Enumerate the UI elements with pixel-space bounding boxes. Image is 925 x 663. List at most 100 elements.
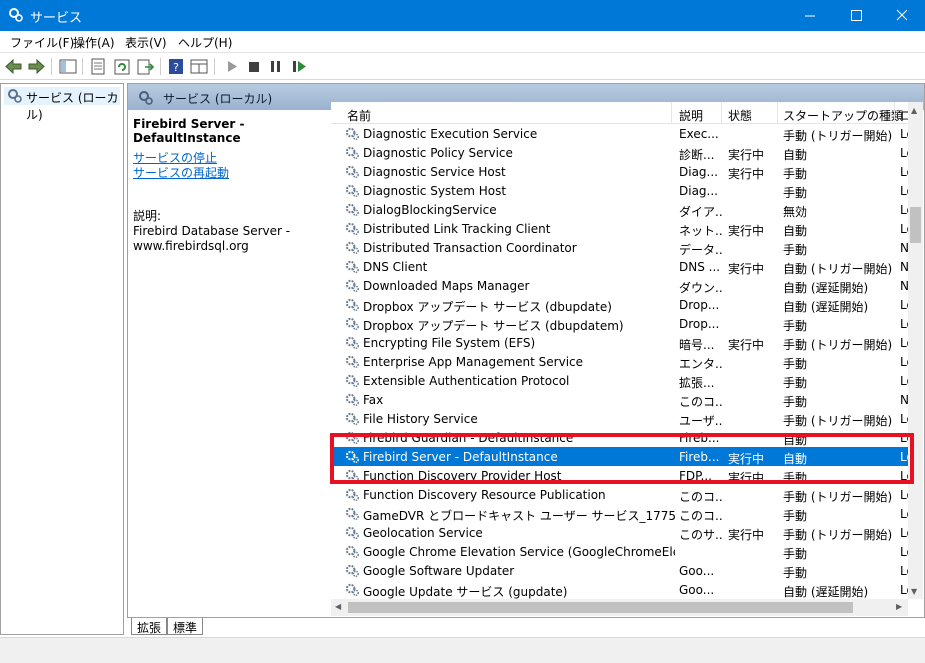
cell-description: エンタ... — [679, 357, 723, 371]
close-button[interactable] — [879, 0, 925, 31]
properties-icon[interactable] — [88, 57, 108, 76]
stop-service-icon[interactable] — [244, 57, 264, 76]
table-row[interactable]: Function Discovery Provider Host FDP... 実行… — [331, 466, 912, 485]
table-row[interactable]: Distributed Transaction Coordinator データ..… — [331, 238, 911, 257]
forward-arrow-icon[interactable] — [26, 57, 46, 76]
cell-description: ユーザ... — [679, 414, 723, 428]
scroll-right-icon[interactable]: ▶ — [896, 602, 902, 611]
cell-status: 実行中 — [728, 262, 765, 276]
cell-startup-type: 手動 — [783, 357, 808, 371]
show-hide-pane-icon[interactable] — [189, 57, 209, 76]
cell-description: このサ... — [679, 528, 723, 542]
cell-name: GameDVR とブロードキャスト ユーザー サービス_1775954f — [363, 509, 675, 523]
table-row[interactable]: Firebird Guardian - DefaultInstance Fireb… — [331, 428, 912, 447]
cell-description: Fireb... — [679, 431, 720, 445]
table-row[interactable]: Dropbox アップデート サービス (dbupdate) Drop... 自動 … — [331, 295, 912, 314]
cell-status: 実行中 — [728, 148, 765, 162]
tab-standard[interactable]: 標準 — [167, 618, 204, 635]
table-row[interactable]: Firebird Server - DefaultInstance Fireb..… — [331, 447, 912, 466]
cell-status: 実行中 — [728, 471, 765, 485]
scroll-up-icon[interactable]: ▲ — [911, 106, 917, 115]
cell-name: Encrypting File System (EFS) — [363, 336, 536, 350]
table-row[interactable]: Diagnostic Policy Service診断...実行中自動Lo — [331, 143, 912, 162]
cell-status: 実行中 — [728, 167, 765, 181]
vertical-scrollbar[interactable]: ▲ ▼ — [908, 102, 923, 599]
start-service-icon[interactable] — [222, 57, 242, 76]
table-row[interactable]: Function Discovery Resource Publication こ… — [331, 485, 912, 504]
service-gear-icon — [345, 469, 359, 482]
column-header-status[interactable]: 状態 — [728, 107, 752, 124]
table-row[interactable]: Google Software UpdaterGoo...手動Lo — [331, 561, 912, 580]
scroll-left-icon[interactable]: ◀ — [335, 602, 341, 611]
minimize-icon — [805, 15, 815, 17]
column-header-description[interactable]: 説明 — [679, 107, 703, 124]
service-gear-icon — [345, 355, 359, 368]
table-row[interactable]: Extensible Authentication Protocol 拡張... 手… — [331, 371, 912, 390]
description-text: Firebird Database Server - www.firebirds… — [133, 224, 291, 253]
svg-text:?: ? — [173, 61, 179, 74]
view-tabs: 拡張 標準 — [127, 617, 925, 635]
toolbar: ? — [0, 53, 925, 80]
service-gear-icon — [345, 393, 359, 406]
tree-node-label: サービス (ローカル) — [26, 91, 119, 122]
vertical-scroll-thumb[interactable] — [910, 207, 921, 243]
column-header-startup-type[interactable]: スタートアップの種類 — [783, 107, 903, 124]
table-row[interactable]: Dropbox アップデート サービス (dbupdatem) Drop... 手動… — [331, 314, 912, 333]
console-tree-icon[interactable] — [58, 57, 78, 76]
services-gear-icon — [139, 91, 153, 105]
cell-name: File History Service — [363, 412, 478, 426]
table-row[interactable]: GameDVR とブロードキャスト ユーザー サービス_1775954f このコ.… — [331, 504, 912, 523]
table-row[interactable]: Geolocation Service このサ... 実行中 手動 (トリガー開始) L… — [331, 523, 912, 542]
table-row[interactable]: Google Chrome Elevation Service (GoogleC… — [331, 542, 912, 561]
cell-name: Dropbox アップデート サービス (dbupdate) — [363, 300, 612, 314]
table-row[interactable]: Distributed Link Tracking Client ネット... 実行… — [331, 219, 912, 238]
pause-service-icon[interactable] — [266, 57, 286, 76]
minimize-button[interactable] — [787, 0, 833, 31]
menu-view[interactable]: 表示(V) — [125, 34, 167, 51]
service-gear-icon — [345, 241, 359, 254]
column-divider[interactable] — [894, 102, 895, 124]
service-gear-icon — [345, 222, 359, 235]
cell-startup-type: 手動 — [783, 395, 808, 409]
column-divider[interactable] — [777, 102, 778, 124]
table-row[interactable]: Encrypting File System (EFS) 暗号... 実行中 手動 (… — [331, 333, 912, 352]
help-icon[interactable]: ? — [166, 57, 186, 76]
restart-service-icon[interactable] — [289, 57, 309, 76]
cell-name: Function Discovery Resource Publication — [363, 488, 606, 502]
menu-action[interactable]: 操作(A) — [73, 34, 115, 51]
column-header-name[interactable]: 名前 — [347, 107, 371, 124]
maximize-button[interactable] — [833, 0, 879, 31]
menu-file[interactable]: ファイル(F) — [10, 34, 74, 51]
restart-service-link[interactable]: サービスの再起動 — [133, 164, 229, 181]
scroll-down-icon[interactable]: ▼ — [911, 587, 917, 596]
cell-name: DialogBlockingService — [363, 203, 497, 217]
cell-description: Exec... — [679, 127, 719, 141]
table-row[interactable]: Downloaded Maps Manager ダウン... 自動 (遅延開始) N — [331, 276, 911, 295]
tree-node-services-local[interactable]: サービス (ローカル) — [4, 87, 120, 122]
column-divider[interactable] — [721, 102, 722, 124]
horizontal-scrollbar[interactable]: ◀ ▶ — [331, 599, 908, 616]
close-icon — [896, 9, 908, 21]
table-row[interactable]: Google Update サービス (gupdate) Goo... 自動 (遅延… — [331, 580, 912, 599]
service-description: 説明: Firebird Database Server - www.fireb… — [133, 209, 323, 254]
table-row[interactable]: DNS Client DNS ... 実行中 自動 (トリガー開始) N — [331, 257, 911, 276]
menu-help[interactable]: ヘルプ(H) — [178, 34, 232, 51]
cell-name: Downloaded Maps Manager — [363, 279, 530, 293]
table-row[interactable]: Diagnostic System HostDiag...手動Lo — [331, 181, 912, 200]
table-row[interactable]: DialogBlockingServiceダイア...無効Lo — [331, 200, 912, 219]
export-list-icon[interactable] — [135, 57, 155, 76]
column-divider[interactable] — [671, 102, 672, 124]
refresh-icon[interactable] — [112, 57, 132, 76]
table-row[interactable]: File History Serviceユーザ...手動 (トリガー開始)Lo — [331, 409, 912, 428]
table-row[interactable]: Fax このコ... 手動 N — [331, 390, 911, 409]
table-row[interactable]: Enterprise App Management Service エンタ... 手… — [331, 352, 912, 371]
horizontal-scroll-thumb[interactable] — [348, 602, 853, 613]
service-gear-icon — [345, 564, 359, 577]
table-row[interactable]: Diagnostic Execution Service Exec... 手動 (ト… — [331, 124, 912, 143]
cell-description: このコ... — [679, 395, 723, 409]
toolbar-separator — [51, 58, 52, 75]
cell-description: Diag... — [679, 165, 718, 179]
table-row[interactable]: Diagnostic Service HostDiag...実行中手動Lo — [331, 162, 912, 181]
tab-extended[interactable]: 拡張 — [131, 618, 168, 635]
back-arrow-icon[interactable] — [4, 57, 24, 76]
